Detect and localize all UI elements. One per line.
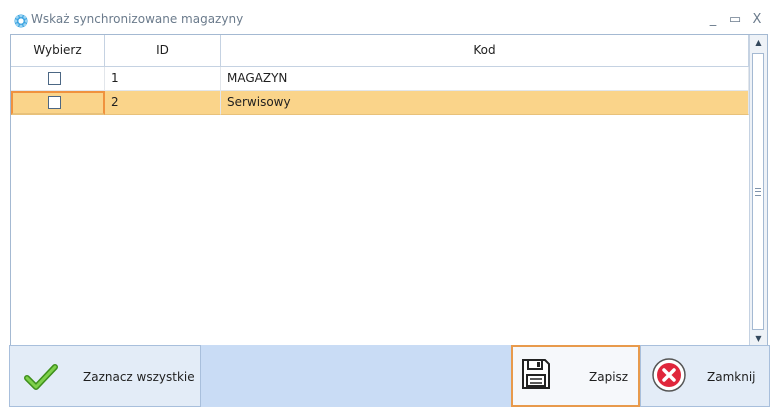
window-title: Wskaż synchronizowane magazyny [31, 12, 244, 26]
select-all-button[interactable]: Zaznacz wszystkie [9, 345, 201, 407]
select-cell[interactable] [11, 91, 105, 115]
column-header-kod[interactable]: Kod [221, 35, 749, 67]
close-button[interactable]: Zamknij [640, 345, 770, 407]
dialog-window: Wskaż synchronizowane magazyny _ ▭ X Wyb… [9, 7, 770, 407]
table-row[interactable]: 1 MAGAZYN [11, 67, 749, 91]
id-cell: 2 [105, 91, 221, 115]
bottom-toolbar: Zaznacz wszystkie Zapisz Zamknij [9, 345, 770, 407]
gear-icon [14, 14, 28, 28]
grip-icon [755, 188, 761, 196]
floppy-disk-icon [522, 359, 550, 389]
close-circle-icon [652, 358, 686, 392]
maximize-button[interactable]: ▭ [725, 10, 745, 30]
minimize-button[interactable]: _ [703, 10, 723, 30]
warehouse-grid: Wybierz ID Kod 1 MAGAZYN 2 Serwisowy ▲ ▼ [10, 34, 768, 350]
checkmark-icon [24, 364, 58, 390]
column-header-id[interactable]: ID [105, 35, 221, 67]
select-all-label: Zaznacz wszystkie [83, 370, 195, 384]
table-row-selected[interactable]: 2 Serwisowy [11, 91, 749, 115]
row-checkbox[interactable] [48, 72, 61, 85]
save-button[interactable]: Zapisz [511, 345, 640, 407]
id-cell: 1 [105, 67, 221, 91]
save-label: Zapisz [589, 370, 629, 384]
vertical-scrollbar[interactable]: ▲ ▼ [749, 35, 767, 349]
close-window-button[interactable]: X [747, 10, 767, 30]
column-header-wybierz[interactable]: Wybierz [11, 35, 105, 67]
row-checkbox[interactable] [48, 96, 61, 109]
kod-cell: MAGAZYN [221, 67, 749, 91]
title-bar[interactable]: Wskaż synchronizowane magazyny _ ▭ X [9, 7, 770, 34]
select-cell[interactable] [11, 67, 105, 91]
scroll-up-arrow-icon[interactable]: ▲ [750, 35, 767, 51]
scroll-thumb[interactable] [752, 53, 764, 330]
close-label: Zamknij [707, 370, 756, 384]
kod-cell: Serwisowy [221, 91, 749, 115]
